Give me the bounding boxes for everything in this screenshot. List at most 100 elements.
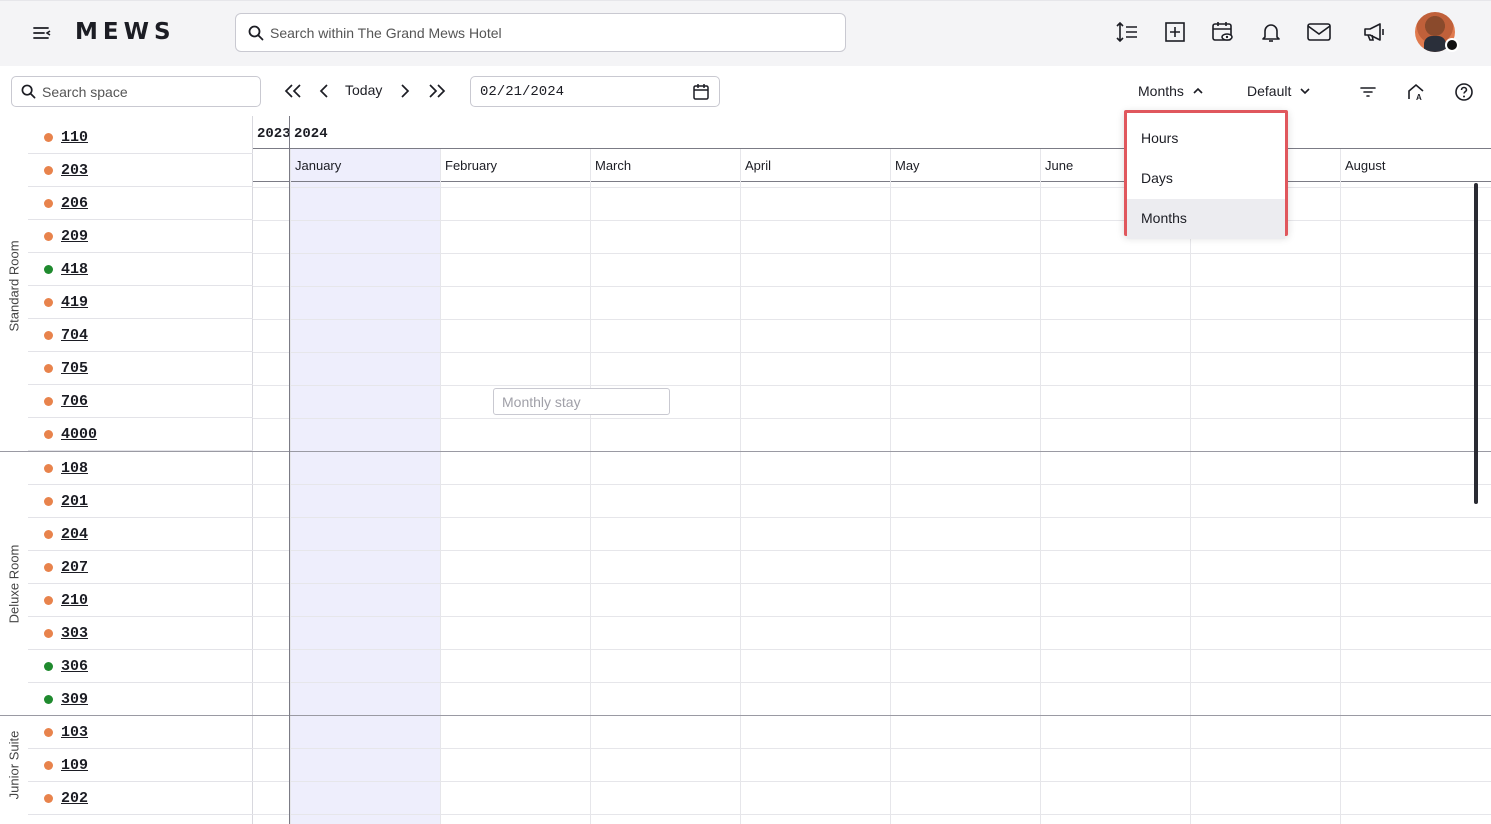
calendar-toolbar: Today Months Default A	[0, 66, 1491, 116]
room-list: Standard Room 110 203 206 209 418 419 704 705 706…	[0, 116, 253, 824]
today-button[interactable]: Today	[345, 82, 382, 98]
room-number-link[interactable]: 4000	[61, 426, 97, 443]
year-header: 2023 2024	[253, 120, 1491, 149]
room-status-dot	[44, 429, 53, 439]
room-number-link[interactable]: 705	[61, 360, 88, 377]
room-status-dot	[44, 132, 53, 142]
next-icon[interactable]	[398, 80, 412, 102]
room-number-link[interactable]: 418	[61, 261, 88, 278]
vertical-scrollbar[interactable]	[1474, 183, 1478, 504]
room-row: 109	[28, 749, 253, 782]
calendar-icon[interactable]	[692, 83, 710, 101]
line-height-icon[interactable]	[1114, 19, 1140, 45]
home-auto-icon[interactable]: A	[1405, 81, 1427, 103]
date-picker-field[interactable]	[470, 76, 720, 107]
room-number-link[interactable]: 201	[61, 493, 88, 510]
scale-option-days[interactable]: Days	[1127, 159, 1285, 199]
room-row: 204	[28, 518, 253, 551]
view-dropdown[interactable]: Default	[1247, 83, 1311, 99]
bell-icon[interactable]	[1258, 19, 1284, 45]
room-row-line	[253, 682, 1491, 683]
room-status-dot	[44, 165, 53, 175]
room-status-dot	[44, 363, 53, 373]
room-row-line	[253, 649, 1491, 650]
calendar-eye-icon[interactable]	[1210, 19, 1236, 45]
group-name: Standard Room	[6, 240, 22, 332]
room-status-dot	[44, 595, 53, 605]
jump-forward-icon[interactable]	[427, 80, 447, 102]
mail-icon[interactable]	[1306, 19, 1332, 45]
room-row: 207	[28, 551, 253, 584]
room-row: 419	[28, 286, 253, 319]
room-row: 210	[28, 584, 253, 617]
room-row: 306	[28, 650, 253, 683]
global-search-field[interactable]	[235, 13, 846, 52]
room-number-link[interactable]: 109	[61, 757, 88, 774]
mews-logo[interactable]: MEWS	[75, 19, 176, 45]
room-row: 4000	[28, 418, 253, 451]
month-column-line	[1040, 149, 1041, 824]
scale-option-hours[interactable]: Hours	[1127, 119, 1285, 159]
group-label: Junior Suite	[0, 716, 28, 814]
room-status-dot	[44, 297, 53, 307]
room-number-link[interactable]: 110	[61, 129, 88, 146]
room-row-line	[253, 352, 1491, 353]
year-label: 2024	[294, 126, 328, 142]
monthly-stay-placeholder[interactable]: Monthly stay	[493, 388, 670, 415]
room-number-link[interactable]: 203	[61, 162, 88, 179]
month-header-cell: May	[890, 149, 1040, 182]
room-status-dot	[44, 396, 53, 406]
room-row: 203	[28, 154, 253, 187]
megaphone-icon[interactable]	[1362, 19, 1388, 45]
current-month-highlight	[290, 149, 440, 824]
room-number-link[interactable]: 303	[61, 625, 88, 642]
global-search-input[interactable]	[270, 24, 810, 41]
room-number-link[interactable]: 206	[61, 195, 88, 212]
room-row-line	[253, 319, 1491, 320]
room-number-link[interactable]: 704	[61, 327, 88, 344]
room-row: 309	[28, 683, 253, 716]
scale-dropdown[interactable]: Months	[1138, 83, 1204, 99]
menu-icon[interactable]	[32, 23, 54, 43]
month-header-cell: February	[440, 149, 590, 182]
previous-icon[interactable]	[317, 80, 331, 102]
date-input[interactable]	[480, 83, 680, 100]
room-number-link[interactable]: 103	[61, 724, 88, 741]
space-search-field[interactable]	[11, 76, 261, 107]
month-column-line	[1340, 149, 1341, 824]
scale-dropdown-menu: Hours Days Months	[1124, 110, 1288, 239]
room-number-link[interactable]: 207	[61, 559, 88, 576]
room-row: 110	[28, 121, 253, 154]
search-icon	[21, 84, 36, 99]
room-number-link[interactable]: 108	[61, 460, 88, 477]
room-number-link[interactable]: 209	[61, 228, 88, 245]
group-divider	[253, 451, 1491, 452]
room-number-link[interactable]: 202	[61, 790, 88, 807]
room-number-link[interactable]: 419	[61, 294, 88, 311]
room-number-link[interactable]: 309	[61, 691, 88, 708]
room-row-line	[253, 550, 1491, 551]
search-icon	[248, 25, 264, 40]
space-search-input[interactable]	[42, 83, 242, 100]
jump-back-icon[interactable]	[283, 80, 303, 102]
room-group: Junior Suite 103 109 202	[0, 715, 253, 815]
month-header-cell: January	[290, 149, 440, 182]
room-row-line	[253, 385, 1491, 386]
room-group: Standard Room 110 203 206 209 418 419 704 705 706…	[0, 121, 253, 451]
room-row: 209	[28, 220, 253, 253]
room-row-line	[253, 187, 1491, 188]
scale-option-months[interactable]: Months	[1127, 199, 1285, 239]
room-row: 108	[28, 452, 253, 485]
room-number-link[interactable]: 204	[61, 526, 88, 543]
help-icon[interactable]	[1453, 81, 1475, 103]
room-number-link[interactable]: 210	[61, 592, 88, 609]
room-number-link[interactable]: 306	[61, 658, 88, 675]
room-row: 202	[28, 782, 253, 815]
filter-icon[interactable]	[1357, 81, 1379, 103]
room-number-link[interactable]: 706	[61, 393, 88, 410]
add-square-icon[interactable]	[1162, 19, 1188, 45]
room-row-line	[253, 484, 1491, 485]
room-row: 206	[28, 187, 253, 220]
group-label: Deluxe Room	[0, 452, 28, 715]
room-status-dot	[44, 231, 53, 241]
